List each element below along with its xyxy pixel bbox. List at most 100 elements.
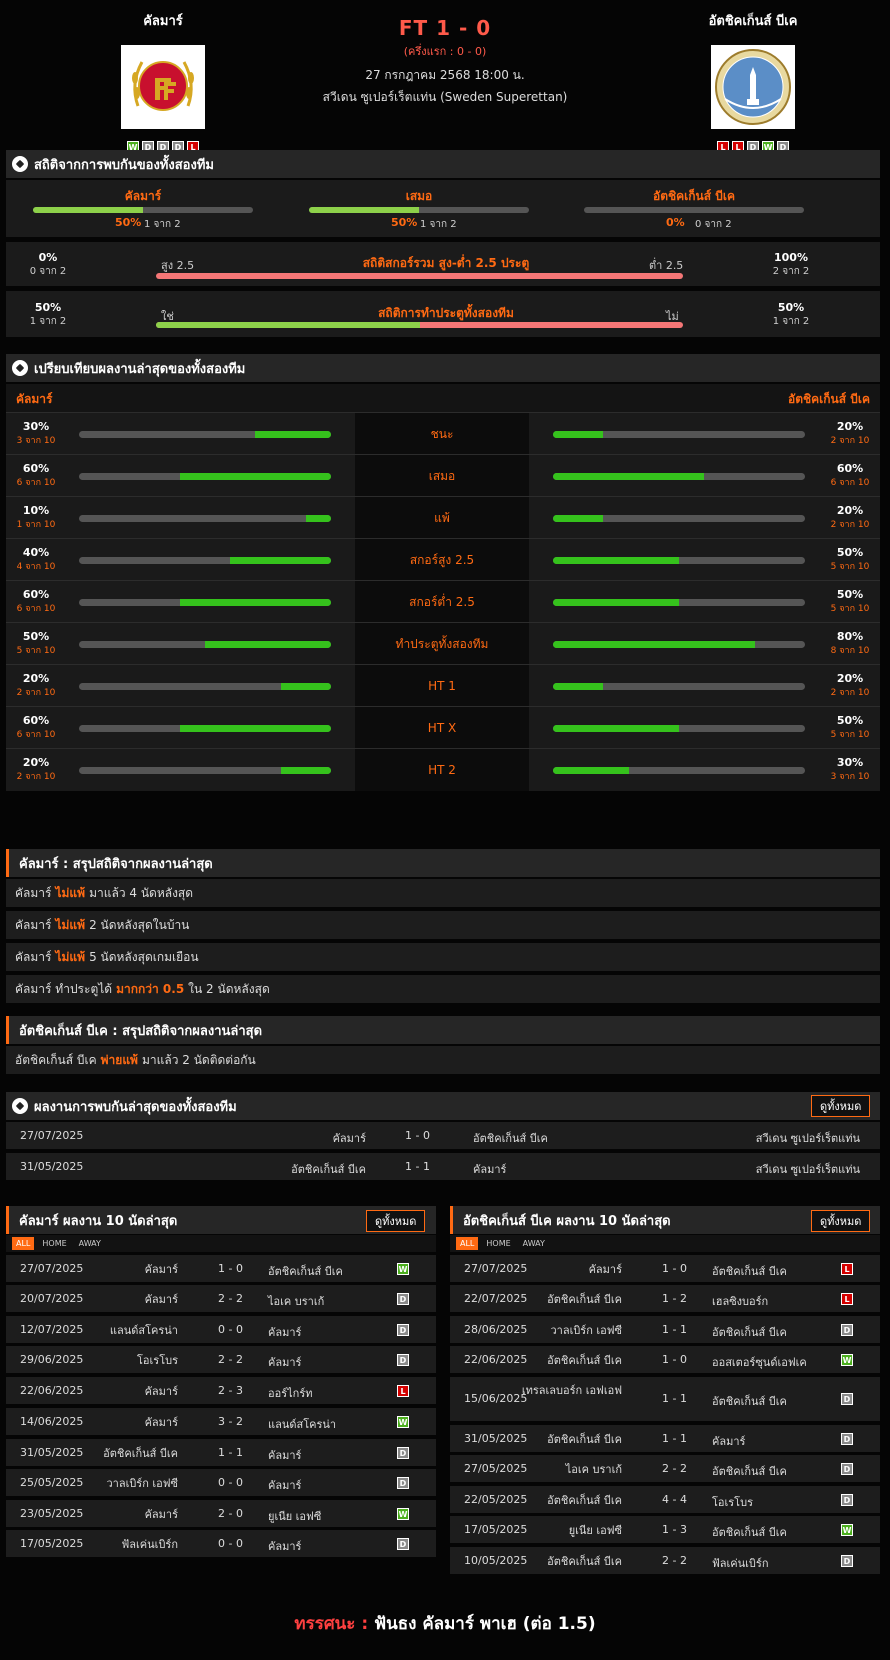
summary-line: คัลมาร์ ไม่แพ้ มาแล้ว 4 นัดหลังสุด [6, 879, 880, 907]
compare-home-bar [79, 557, 331, 564]
h2h-view-all-button[interactable]: ดูทั้งหมด [811, 1095, 871, 1117]
filter-tab-away[interactable]: AWAY [519, 1237, 549, 1250]
ou-left-sub: 0 จาก 2 [29, 266, 67, 277]
match-score: 2 - 2 [662, 1554, 687, 1567]
compare-away-values: 20% 2 จาก 10 [828, 672, 872, 699]
compare-home-bar [79, 767, 331, 774]
filter-tab-away[interactable]: AWAY [75, 1237, 105, 1250]
home-team[interactable]: คัลมาร์ WDDDL [73, 10, 253, 153]
away-team[interactable]: อัตชิคเก็นส์ บีเค LLDWD [663, 10, 843, 153]
match-home: เทรลเลบอร์ก เอฟเอฟ [521, 1384, 622, 1397]
last10-row[interactable]: 10/05/2025 อัตชิคเก็นส์ บีเค 2 - 2 ฟัลเค่นเ… [450, 1547, 880, 1574]
match-away: อัตชิคเก็นส์ บีเค [268, 1265, 343, 1278]
verdict: ทรรศนะ : ฟันธง คัลมาร์ พาเฮ (ต่อ 1.5) [0, 1610, 890, 1637]
away-last10-view-all-button[interactable]: ดูทั้งหมด [811, 1210, 871, 1232]
compare-row: 20% 2 จาก 10 HT 1 20% 2 จาก 10 [6, 664, 880, 707]
compare-away-values: 50% 5 จาก 10 [828, 546, 872, 573]
last10-row[interactable]: 27/07/2025 คัลมาร์ 1 - 0 อัตชิคเก็นส์ บีเค L [450, 1255, 880, 1282]
match-home: อัตชิคเก็นส์ บีเค [547, 1354, 622, 1367]
match-league: สวีเดน ซูเปอร์เร็ตแท่น [755, 1163, 860, 1176]
match-score: 2 - 2 [662, 1462, 687, 1475]
last10-row[interactable]: 22/06/2025 อัตชิคเก็นส์ บีเค 1 - 0 ออสเตอร์… [450, 1346, 880, 1373]
compare-row: 60% 6 จาก 10 สกอร์ต่ำ 2.5 50% 5 จาก 10 [6, 580, 880, 623]
compare-away-sub: 5 จาก 10 [830, 730, 870, 740]
match-away: อัตชิคเก็นส์ บีเค [712, 1326, 787, 1339]
h2h-col-label: อัตชิคเก็นส์ บีเค [653, 189, 735, 203]
result-badge: D [841, 1494, 853, 1506]
last10-row[interactable]: 17/05/2025 ยูเนีย เอฟซี 1 - 3 อัตชิคเก็นส์ … [450, 1516, 880, 1543]
ou-stats-box: 0% 0 จาก 2 สูง 2.5 สถิติสกอร์รวม สูง-ต่ำ… [6, 242, 880, 286]
result-badge: D [397, 1477, 409, 1489]
compare-away-pct: 20% [836, 420, 864, 433]
home-last10-view-all-button[interactable]: ดูทั้งหมด [366, 1210, 426, 1232]
match-home: คัลมาร์ [144, 1508, 178, 1521]
match-home: ไอเค บราเก้ [565, 1463, 622, 1476]
compare-away-fill [553, 515, 604, 522]
last10-row[interactable]: 22/07/2025 อัตชิคเก็นส์ บีเค 1 - 2 เฮลซิงบอ… [450, 1285, 880, 1312]
h2h-result-row[interactable]: 27/07/2025 คัลมาร์ 1 - 0 อัตชิคเก็นส์ บีเค ส… [6, 1122, 880, 1149]
compare-row: 50% 5 จาก 10 ทำประตูทั้งสองทีม 80% 8 จาก 10 [6, 622, 880, 665]
filter-tab-all[interactable]: ALL [456, 1237, 479, 1250]
last10-row[interactable]: 23/05/2025 คัลมาร์ 2 - 0 ยูเนีย เอฟซี W [6, 1500, 436, 1527]
compare-home-fill [255, 431, 331, 438]
match-score: 2 - 3 [218, 1384, 243, 1397]
last10-row[interactable]: 22/06/2025 คัลมาร์ 2 - 3 ออร์ไกร์ท L [6, 1377, 436, 1404]
last10-row[interactable]: 27/05/2025 ไอเค บราเก้ 2 - 2 อัตชิคเก็นส์ บ… [450, 1455, 880, 1482]
h2h-col-fill [309, 207, 419, 213]
match-date: 27 กรกฎาคม 2568 18:00 น. [365, 68, 525, 82]
last10-row[interactable]: 22/05/2025 อัตชิคเก็นส์ บีเค 4 - 4 โอเรโบร D [450, 1486, 880, 1513]
filter-tab-all[interactable]: ALL [12, 1237, 35, 1250]
compare-home-pct: 60% [22, 462, 50, 475]
last10-row[interactable]: 12/07/2025 แลนด์สโครน่า 0 - 0 คัลมาร์ D [6, 1316, 436, 1343]
compare-home-fill [305, 515, 331, 522]
last10-row[interactable]: 14/06/2025 คัลมาร์ 3 - 2 แลนด์สโครน่า W [6, 1408, 436, 1435]
match-home: คัลมาร์ [144, 1416, 178, 1429]
result-badge: D [841, 1393, 853, 1405]
match-score: 2 - 0 [218, 1507, 243, 1520]
filter-tab-home[interactable]: HOME [482, 1237, 514, 1250]
last10-row[interactable]: 31/05/2025 อัตชิคเก็นส์ บีเค 1 - 1 คัลมาร์ D [450, 1425, 880, 1452]
compare-away-sub: 3 จาก 10 [830, 772, 870, 782]
match-score: 1 - 1 [662, 1432, 687, 1445]
match-home: วาลเบิร์ก เอฟซี [550, 1324, 622, 1337]
compare-home-fill [230, 557, 331, 564]
compare-title: เปรียบเทียบผลงานล่าสุดของทั้งสองทีม [34, 361, 246, 377]
compare-home-bar [79, 515, 331, 522]
compare-home-pct: 20% [22, 756, 50, 769]
match-away: คัลมาร์ [268, 1326, 302, 1339]
last10-row[interactable]: 25/05/2025 วาลเบิร์ก เอฟซี 0 - 0 คัลมาร์ D [6, 1469, 436, 1496]
summary-detail: ใน 2 นัดหลังสุด [188, 981, 270, 996]
last10-row[interactable]: 15/06/2025 เทรลเลบอร์ก เอฟเอฟ 1 - 1 อัตชิคเ… [450, 1377, 880, 1421]
last10-row[interactable]: 17/05/2025 ฟัลเค่นเบิร์ก 0 - 0 คัลมาร์ D [6, 1530, 436, 1557]
compare-away-fill [553, 641, 755, 648]
h2h-col-fill [33, 207, 143, 213]
compare-away-bar [553, 431, 805, 438]
compare-away-bar [553, 725, 805, 732]
summary-line: อัตชิคเก็นส์ บีเค พ่ายแพ้ มาแล้ว 2 นัดติดต… [6, 1046, 880, 1074]
last10-row[interactable]: 31/05/2025 อัตชิคเก็นส์ บีเค 1 - 1 คัลมาร์ D [6, 1439, 436, 1466]
h2h-col-pct: 50% [391, 216, 418, 229]
result-badge: W [397, 1263, 409, 1275]
h2h-result-row[interactable]: 31/05/2025 อัตชิคเก็นส์ บีเค 1 - 1 คัลมาร์ ส… [6, 1153, 880, 1180]
compare-home-values: 60% 6 จาก 10 [14, 588, 58, 615]
compare-home-bar [79, 725, 331, 732]
summary-detail: 2 นัดหลังสุดในบ้าน [89, 917, 190, 932]
summary-highlight: ไม่แพ้ [55, 949, 86, 964]
compare-home-values: 60% 6 จาก 10 [14, 462, 58, 489]
match-home: อัตชิคเก็นส์ บีเค [103, 1447, 178, 1460]
compare-row: 40% 4 จาก 10 สกอร์สูง 2.5 50% 5 จาก 10 [6, 538, 880, 581]
result-badge: W [841, 1354, 853, 1366]
compare-away-fill [553, 473, 705, 480]
home-summary-header: คัลมาร์ : สรุปสถิติจากผลงานล่าสุด [6, 849, 880, 877]
last10-row[interactable]: 20/07/2025 คัลมาร์ 2 - 2 ไอเค บราเก้ D [6, 1285, 436, 1312]
last10-row[interactable]: 28/06/2025 วาลเบิร์ก เอฟซี 1 - 1 อัตชิคเก็น… [450, 1316, 880, 1343]
match-header: คัลมาร์ WDDDL FT 1 - 0 (ครึ่งแรก : 0 - 0… [0, 0, 890, 158]
filter-tab-home[interactable]: HOME [38, 1237, 70, 1250]
match-home: คัลมาร์ [332, 1132, 366, 1145]
away-last10-tabs: ALL HOME AWAY [450, 1235, 880, 1252]
last10-row[interactable]: 27/07/2025 คัลมาร์ 1 - 0 อัตชิคเก็นส์ บีเค W [6, 1255, 436, 1282]
match-score: 1 - 0 [218, 1262, 243, 1275]
last10-row[interactable]: 29/06/2025 โอเรโบร 2 - 2 คัลมาร์ D [6, 1346, 436, 1373]
compare-home-sub: 6 จาก 10 [16, 478, 56, 488]
match-home: คัลมาร์ [588, 1263, 622, 1276]
